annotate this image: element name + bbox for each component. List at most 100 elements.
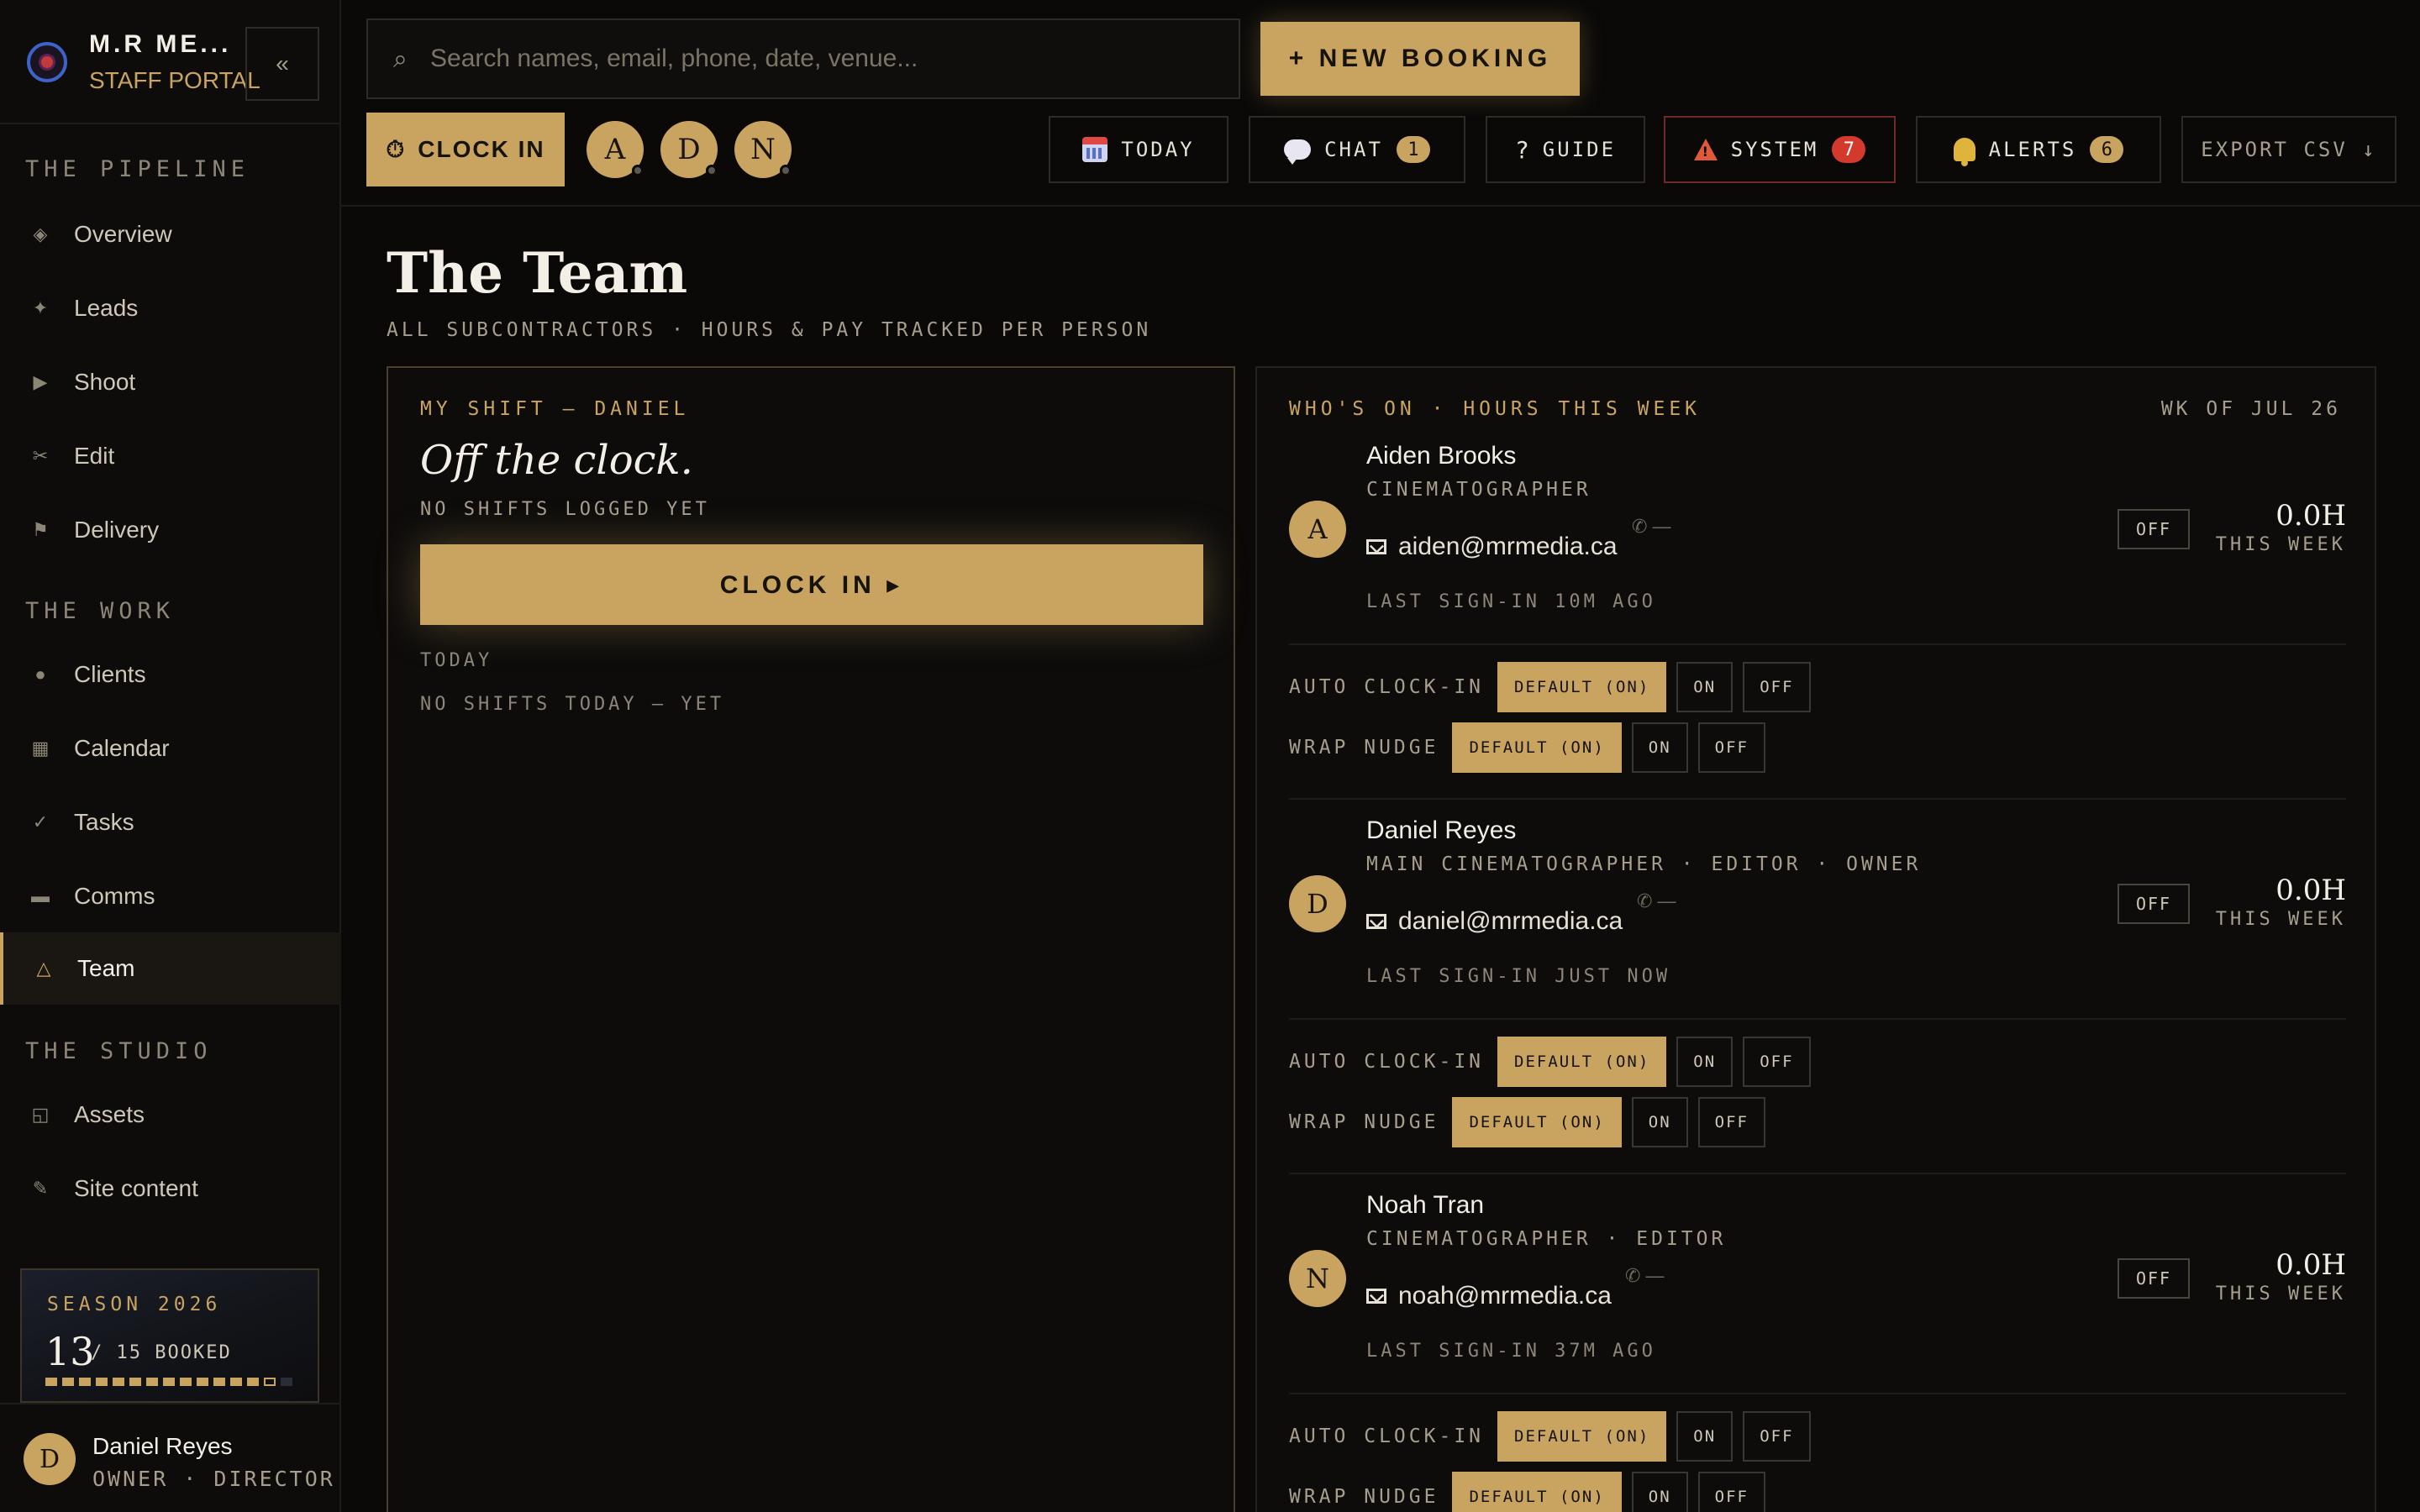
stopwatch-icon: ⏱ xyxy=(386,135,407,162)
wrap-nudge-option[interactable]: DEFAULT (ON) xyxy=(1452,722,1622,773)
sidebar-item-tasks[interactable]: ✓ Tasks xyxy=(0,786,341,858)
overview-icon: ◈ xyxy=(33,223,48,244)
wrap-nudge-option[interactable]: OFF xyxy=(1697,722,1765,773)
today-shifts-note: NO SHIFTS TODAY — YET xyxy=(420,694,725,715)
auto-clock-in-option[interactable]: ON xyxy=(1676,1037,1733,1087)
presence-status-dot xyxy=(780,165,792,176)
season-progress-segment xyxy=(129,1378,141,1386)
season-card[interactable]: SEASON 2026 13 / 15 BOOKED xyxy=(20,1268,319,1403)
status-badge: OFF xyxy=(2118,1258,2190,1299)
current-user[interactable]: D Daniel Reyes OWNER · DIRECTOR xyxy=(0,1403,341,1512)
wrap-nudge-option[interactable]: ON xyxy=(1631,722,1688,773)
sidebar-item-edit[interactable]: ✂ Edit xyxy=(0,420,341,492)
auto-clock-in-setting: AUTO CLOCK-IN DEFAULT (ON) ON OFF xyxy=(1289,1411,1811,1462)
clock-in-large-button[interactable]: CLOCK IN ▸ xyxy=(420,544,1203,625)
sidebar-item-overview[interactable]: ◈ Overview xyxy=(0,198,341,270)
user-name: Daniel Reyes xyxy=(92,1433,233,1459)
guide-button[interactable]: ? GUIDE xyxy=(1486,116,1645,183)
member-name: Aiden Brooks xyxy=(1366,442,1517,470)
wrap-nudge-option[interactable]: ON xyxy=(1631,1097,1688,1147)
sidebar-item-site-content[interactable]: ✎ Site content xyxy=(0,1152,341,1225)
alerts-button[interactable]: ALERTS 6 xyxy=(1916,116,2161,183)
auto-clock-in-option[interactable]: OFF xyxy=(1743,1411,1811,1462)
export-csv-button[interactable]: EXPORT CSV ↓ xyxy=(2181,116,2396,183)
dot-icon: ● xyxy=(34,664,46,685)
triangle-icon: △ xyxy=(36,958,51,979)
new-booking-button[interactable]: + NEW BOOKING xyxy=(1260,22,1580,96)
wrap-nudge-setting: WRAP NUDGE DEFAULT (ON) ON OFF xyxy=(1289,722,1765,773)
auto-clock-in-option[interactable]: DEFAULT (ON) xyxy=(1497,1411,1667,1462)
sidebar-item-label: Tasks xyxy=(74,809,134,835)
brand-header: M.R ME... STAFF PORTAL « xyxy=(0,0,341,124)
avatar-initial: D xyxy=(677,133,701,166)
member-email: noah@mrmedia.ca xyxy=(1398,1282,1612,1310)
today-label: TODAY xyxy=(1121,138,1195,161)
play-icon: ▶ xyxy=(33,371,48,392)
member-phone: ✆ — xyxy=(1625,1265,1665,1286)
clock-in-label: CLOCK IN xyxy=(418,136,545,162)
divider xyxy=(1289,1393,2346,1394)
alerts-label: ALERTS xyxy=(1988,138,2077,161)
presence-avatar-noah[interactable]: N xyxy=(734,121,792,178)
chat-button[interactable]: CHAT 1 xyxy=(1249,116,1465,183)
sidebar-item-delivery[interactable]: ⚑ Delivery xyxy=(0,494,341,566)
auto-clock-in-option[interactable]: DEFAULT (ON) xyxy=(1497,1037,1667,1087)
wrap-nudge-option[interactable]: ON xyxy=(1631,1472,1688,1512)
section-title-pipeline: THE PIPELINE xyxy=(25,156,250,182)
hours-caption: THIS WEEK xyxy=(2215,1284,2346,1305)
member-last-sign-in: LAST SIGN-IN JUST NOW xyxy=(1366,966,1671,987)
wrap-nudge-option[interactable]: OFF xyxy=(1697,1097,1765,1147)
member-phone: ✆ — xyxy=(1637,890,1676,911)
sidebar-item-label: Shoot xyxy=(74,369,136,395)
avatar: N xyxy=(1289,1250,1346,1307)
auto-clock-in-option[interactable]: OFF xyxy=(1743,1037,1811,1087)
wrap-nudge-option[interactable]: DEFAULT (ON) xyxy=(1452,1472,1622,1512)
member-email-link[interactable]: noah@mrmedia.ca xyxy=(1366,1282,1612,1310)
sidebar-item-comms[interactable]: ▬ Comms xyxy=(0,860,341,932)
system-button[interactable]: SYSTEM 7 xyxy=(1664,116,1896,183)
sidebar-item-leads[interactable]: ✦ Leads xyxy=(0,272,341,344)
sidebar: M.R ME... STAFF PORTAL « THE PIPELINE ◈ … xyxy=(0,0,341,1512)
auto-clock-in-option[interactable]: DEFAULT (ON) xyxy=(1497,662,1667,712)
leads-icon: ✦ xyxy=(32,297,49,318)
sidebar-item-calendar[interactable]: ▦ Calendar xyxy=(0,712,341,785)
sidebar-item-shoot[interactable]: ▶ Shoot xyxy=(0,346,341,418)
divider xyxy=(1289,798,2346,800)
auto-clock-in-option[interactable]: OFF xyxy=(1743,662,1811,712)
bell-icon xyxy=(1953,138,1975,166)
sidebar-item-clients[interactable]: ● Clients xyxy=(0,638,341,711)
avatar: D xyxy=(24,1433,76,1485)
scissors-icon: ✂ xyxy=(32,445,49,466)
mail-icon xyxy=(1366,539,1386,554)
pencil-icon: ✎ xyxy=(32,1178,49,1199)
my-shift-card: MY SHIFT — DANIEL Off the clock. NO SHIF… xyxy=(387,366,1235,1512)
today-button[interactable]: TODAY xyxy=(1049,116,1228,183)
member-email-link[interactable]: daniel@mrmedia.ca xyxy=(1366,907,1623,936)
season-progress-segment xyxy=(213,1378,225,1386)
member-email-link[interactable]: aiden@mrmedia.ca xyxy=(1366,533,1618,561)
presence-avatar-aiden[interactable]: A xyxy=(587,121,644,178)
season-progress-segment xyxy=(45,1378,57,1386)
member-email: daniel@mrmedia.ca xyxy=(1398,907,1623,935)
my-shift-label: MY SHIFT — DANIEL xyxy=(420,398,690,420)
top-bar: ⌕ + NEW BOOKING ⏱ CLOCK IN A D N TODAY C… xyxy=(341,0,2420,207)
member-hours: 0.0H THIS WEEK xyxy=(2216,1248,2346,1305)
member-role: CINEMATOGRAPHER xyxy=(1366,479,1591,501)
season-progress-segment xyxy=(247,1378,259,1386)
sidebar-item-assets[interactable]: ◱ Assets xyxy=(0,1079,341,1151)
presence-avatar-daniel[interactable]: D xyxy=(660,121,718,178)
wrap-nudge-option[interactable]: DEFAULT (ON) xyxy=(1452,1097,1622,1147)
sidebar-item-team[interactable]: △ Team xyxy=(0,932,341,1005)
auto-clock-in-option[interactable]: ON xyxy=(1676,662,1733,712)
season-booked-label: / 15 BOOKED xyxy=(91,1342,232,1363)
wrap-nudge-setting: WRAP NUDGE DEFAULT (ON) ON OFF xyxy=(1289,1472,1765,1512)
wrap-nudge-option[interactable]: OFF xyxy=(1697,1472,1765,1512)
member-role: MAIN CINEMATOGRAPHER · EDITOR · OWNER xyxy=(1366,853,1922,875)
search-input[interactable] xyxy=(430,20,1220,97)
auto-clock-in-option[interactable]: ON xyxy=(1676,1411,1733,1462)
collapse-sidebar-button[interactable]: « xyxy=(245,27,319,101)
setting-label: WRAP NUDGE xyxy=(1289,1111,1439,1133)
search-box[interactable]: ⌕ xyxy=(366,18,1240,99)
clock-in-button[interactable]: ⏱ CLOCK IN xyxy=(366,113,565,186)
user-role: OWNER · DIRECTOR xyxy=(92,1467,335,1491)
